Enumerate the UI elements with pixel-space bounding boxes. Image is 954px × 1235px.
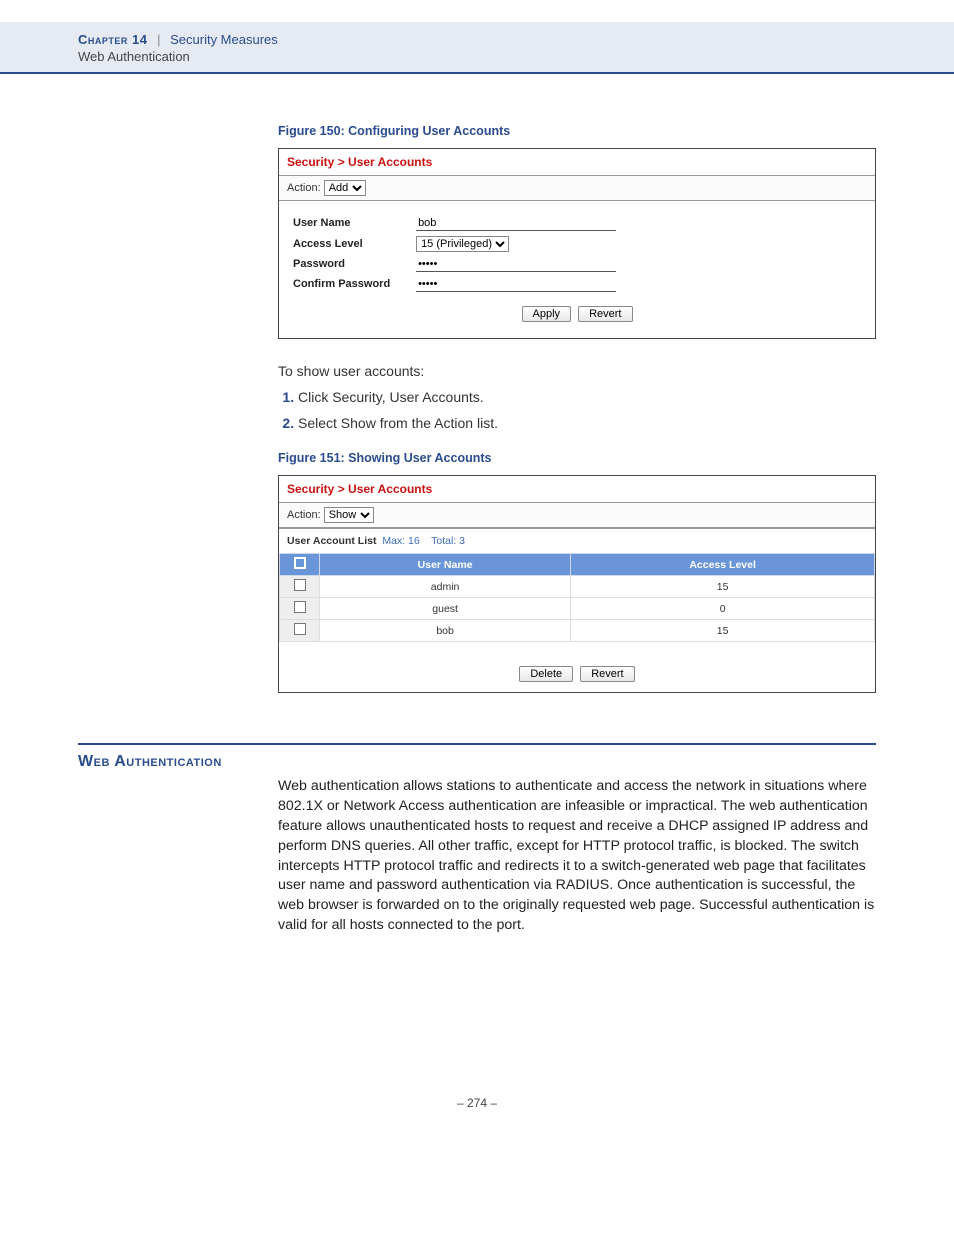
- chapter-line: Chapter 14 | Security Measures: [78, 32, 954, 47]
- action-row: Action: Add: [279, 175, 875, 201]
- action-label-151: Action:: [287, 509, 321, 521]
- revert-button[interactable]: Revert: [578, 306, 632, 322]
- action-select[interactable]: Add: [324, 180, 366, 196]
- separator: |: [157, 32, 160, 47]
- table-row: guest 0: [280, 598, 875, 620]
- figure-151-panel: Security > User Accounts Action: Show Us…: [278, 475, 876, 693]
- cell-level: 15: [571, 620, 875, 642]
- select-all-header[interactable]: [280, 554, 320, 576]
- row-checkbox[interactable]: [294, 623, 306, 635]
- figure-151-caption: Figure 151: Showing User Accounts: [278, 451, 876, 465]
- action-row-151: Action: Show: [279, 502, 875, 528]
- figure-150-caption: Figure 150: Configuring User Accounts: [278, 124, 876, 138]
- intro-text: To show user accounts:: [278, 363, 876, 379]
- step-2: Select Show from the Action list.: [298, 415, 876, 431]
- list-label: User Account List: [287, 535, 376, 547]
- user-name-label: User Name: [293, 217, 413, 229]
- row-checkbox[interactable]: [294, 579, 306, 591]
- table-row: bob 15: [280, 620, 875, 642]
- section-body: Web authentication allows stations to au…: [278, 777, 876, 936]
- cell-user: bob: [320, 620, 571, 642]
- confirm-password-input[interactable]: [416, 277, 616, 292]
- user-accounts-table: User Name Access Level admin 15 guest 0 …: [279, 553, 875, 642]
- list-total: Total: 3: [431, 535, 465, 547]
- user-name-input[interactable]: [416, 216, 616, 231]
- page-number: – 274 –: [0, 1096, 954, 1140]
- cell-level: 15: [571, 576, 875, 598]
- cell-level: 0: [571, 598, 875, 620]
- password-label: Password: [293, 258, 413, 270]
- chapter-title: Security Measures: [170, 32, 278, 47]
- steps-list: Click Security, User Accounts. Select Sh…: [278, 389, 876, 431]
- cell-user: guest: [320, 598, 571, 620]
- panel-breadcrumb: Security > User Accounts: [279, 149, 875, 175]
- chapter-label: Chapter 14: [78, 32, 147, 47]
- action-label: Action:: [287, 182, 321, 194]
- section-heading: Web Authentication: [78, 753, 876, 771]
- panel-breadcrumb-151: Security > User Accounts: [279, 476, 875, 502]
- list-meta: User Account List Max: 16 Total: 3: [279, 528, 875, 553]
- step-1: Click Security, User Accounts.: [298, 389, 876, 405]
- access-level-label: Access Level: [293, 238, 413, 250]
- figure-150-panel: Security > User Accounts Action: Add Use…: [278, 148, 876, 339]
- cell-user: admin: [320, 576, 571, 598]
- col-user-name: User Name: [320, 554, 571, 576]
- action-select-151[interactable]: Show: [324, 507, 374, 523]
- chapter-subtitle: Web Authentication: [78, 49, 954, 64]
- section-rule: [78, 743, 876, 745]
- revert-button-151[interactable]: Revert: [580, 666, 634, 682]
- col-access-level: Access Level: [571, 554, 875, 576]
- page-header: Chapter 14 | Security Measures Web Authe…: [0, 22, 954, 74]
- password-input[interactable]: [416, 257, 616, 272]
- row-checkbox[interactable]: [294, 601, 306, 613]
- confirm-password-label: Confirm Password: [293, 278, 413, 290]
- delete-button[interactable]: Delete: [519, 666, 573, 682]
- list-max: Max: 16: [382, 535, 419, 547]
- apply-button[interactable]: Apply: [522, 306, 572, 322]
- table-row: admin 15: [280, 576, 875, 598]
- access-level-select[interactable]: 15 (Privileged): [416, 236, 509, 252]
